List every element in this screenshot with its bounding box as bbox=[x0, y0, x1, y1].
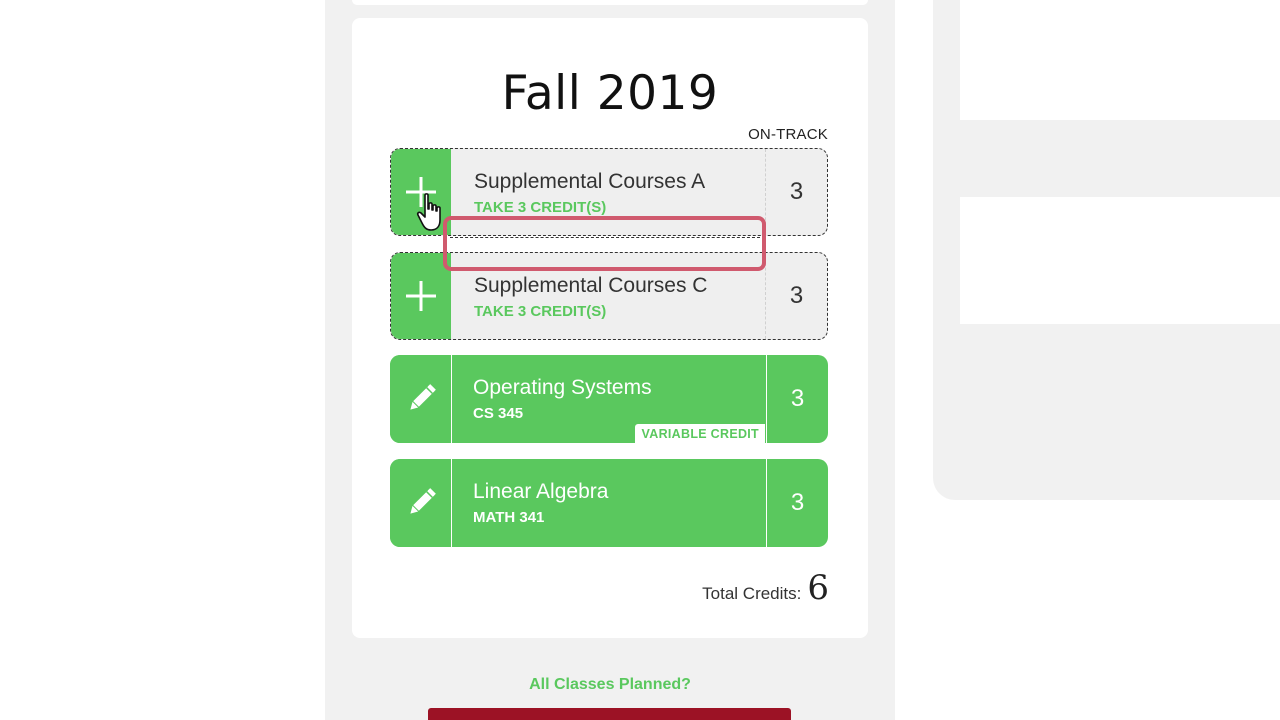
edit-course-button[interactable] bbox=[390, 355, 452, 443]
semester-status-label: ON-TRACK bbox=[748, 126, 828, 143]
course-info: Supplemental Courses C TAKE 3 CREDIT(S) bbox=[474, 273, 707, 320]
semester-title: Fall 2019 bbox=[501, 66, 719, 121]
plus-icon bbox=[405, 281, 436, 311]
course-name: Linear Algebra bbox=[473, 480, 609, 503]
course-name: Supplemental Courses A bbox=[474, 170, 706, 193]
course-credits: 3 bbox=[766, 459, 828, 547]
course-row-linear-algebra[interactable]: Linear Algebra MATH 341 3 bbox=[390, 459, 828, 547]
total-credits-label: Total Credits: bbox=[702, 584, 802, 603]
add-course-button[interactable] bbox=[391, 253, 451, 339]
course-row-operating-systems[interactable]: Operating Systems CS 345 VARIABLE CREDIT… bbox=[390, 355, 828, 443]
previous-semester-card bbox=[352, 0, 868, 5]
drop-highlight-annotation bbox=[443, 216, 766, 271]
course-requirement: TAKE 3 CREDIT(S) bbox=[474, 199, 607, 216]
pencil-icon bbox=[409, 384, 436, 410]
right-panel-card bbox=[960, 197, 1280, 324]
add-course-button[interactable] bbox=[391, 149, 451, 235]
course-credits: 3 bbox=[765, 253, 827, 339]
submit-plan-button[interactable] bbox=[428, 708, 791, 720]
pencil-icon bbox=[409, 488, 436, 514]
course-credits: 3 bbox=[766, 355, 828, 443]
course-credits: 3 bbox=[765, 149, 827, 235]
total-credits: Total Credits: 6 bbox=[702, 568, 829, 608]
degree-planner-page: Fall 2019 ON-TRACK Supplemental Courses … bbox=[0, 0, 1280, 720]
right-side-panel bbox=[933, 0, 1280, 500]
variable-credit-badge: VARIABLE CREDIT bbox=[634, 424, 765, 443]
course-requirement: TAKE 3 CREDIT(S) bbox=[474, 303, 607, 320]
all-classes-planned-link[interactable]: All Classes Planned? bbox=[325, 676, 895, 694]
course-name: Operating Systems bbox=[473, 376, 652, 399]
total-credits-value: 6 bbox=[807, 568, 829, 608]
course-name: Supplemental Courses C bbox=[474, 274, 708, 297]
plus-icon bbox=[405, 177, 436, 207]
right-panel-card bbox=[960, 0, 1280, 120]
course-info: Supplemental Courses A TAKE 3 CREDIT(S) bbox=[474, 169, 705, 216]
course-info: Operating Systems CS 345 bbox=[473, 375, 652, 422]
course-info: Linear Algebra MATH 341 bbox=[473, 479, 608, 526]
edit-course-button[interactable] bbox=[390, 459, 452, 547]
course-code: CS 345 bbox=[473, 405, 524, 422]
course-code: MATH 341 bbox=[473, 509, 545, 526]
